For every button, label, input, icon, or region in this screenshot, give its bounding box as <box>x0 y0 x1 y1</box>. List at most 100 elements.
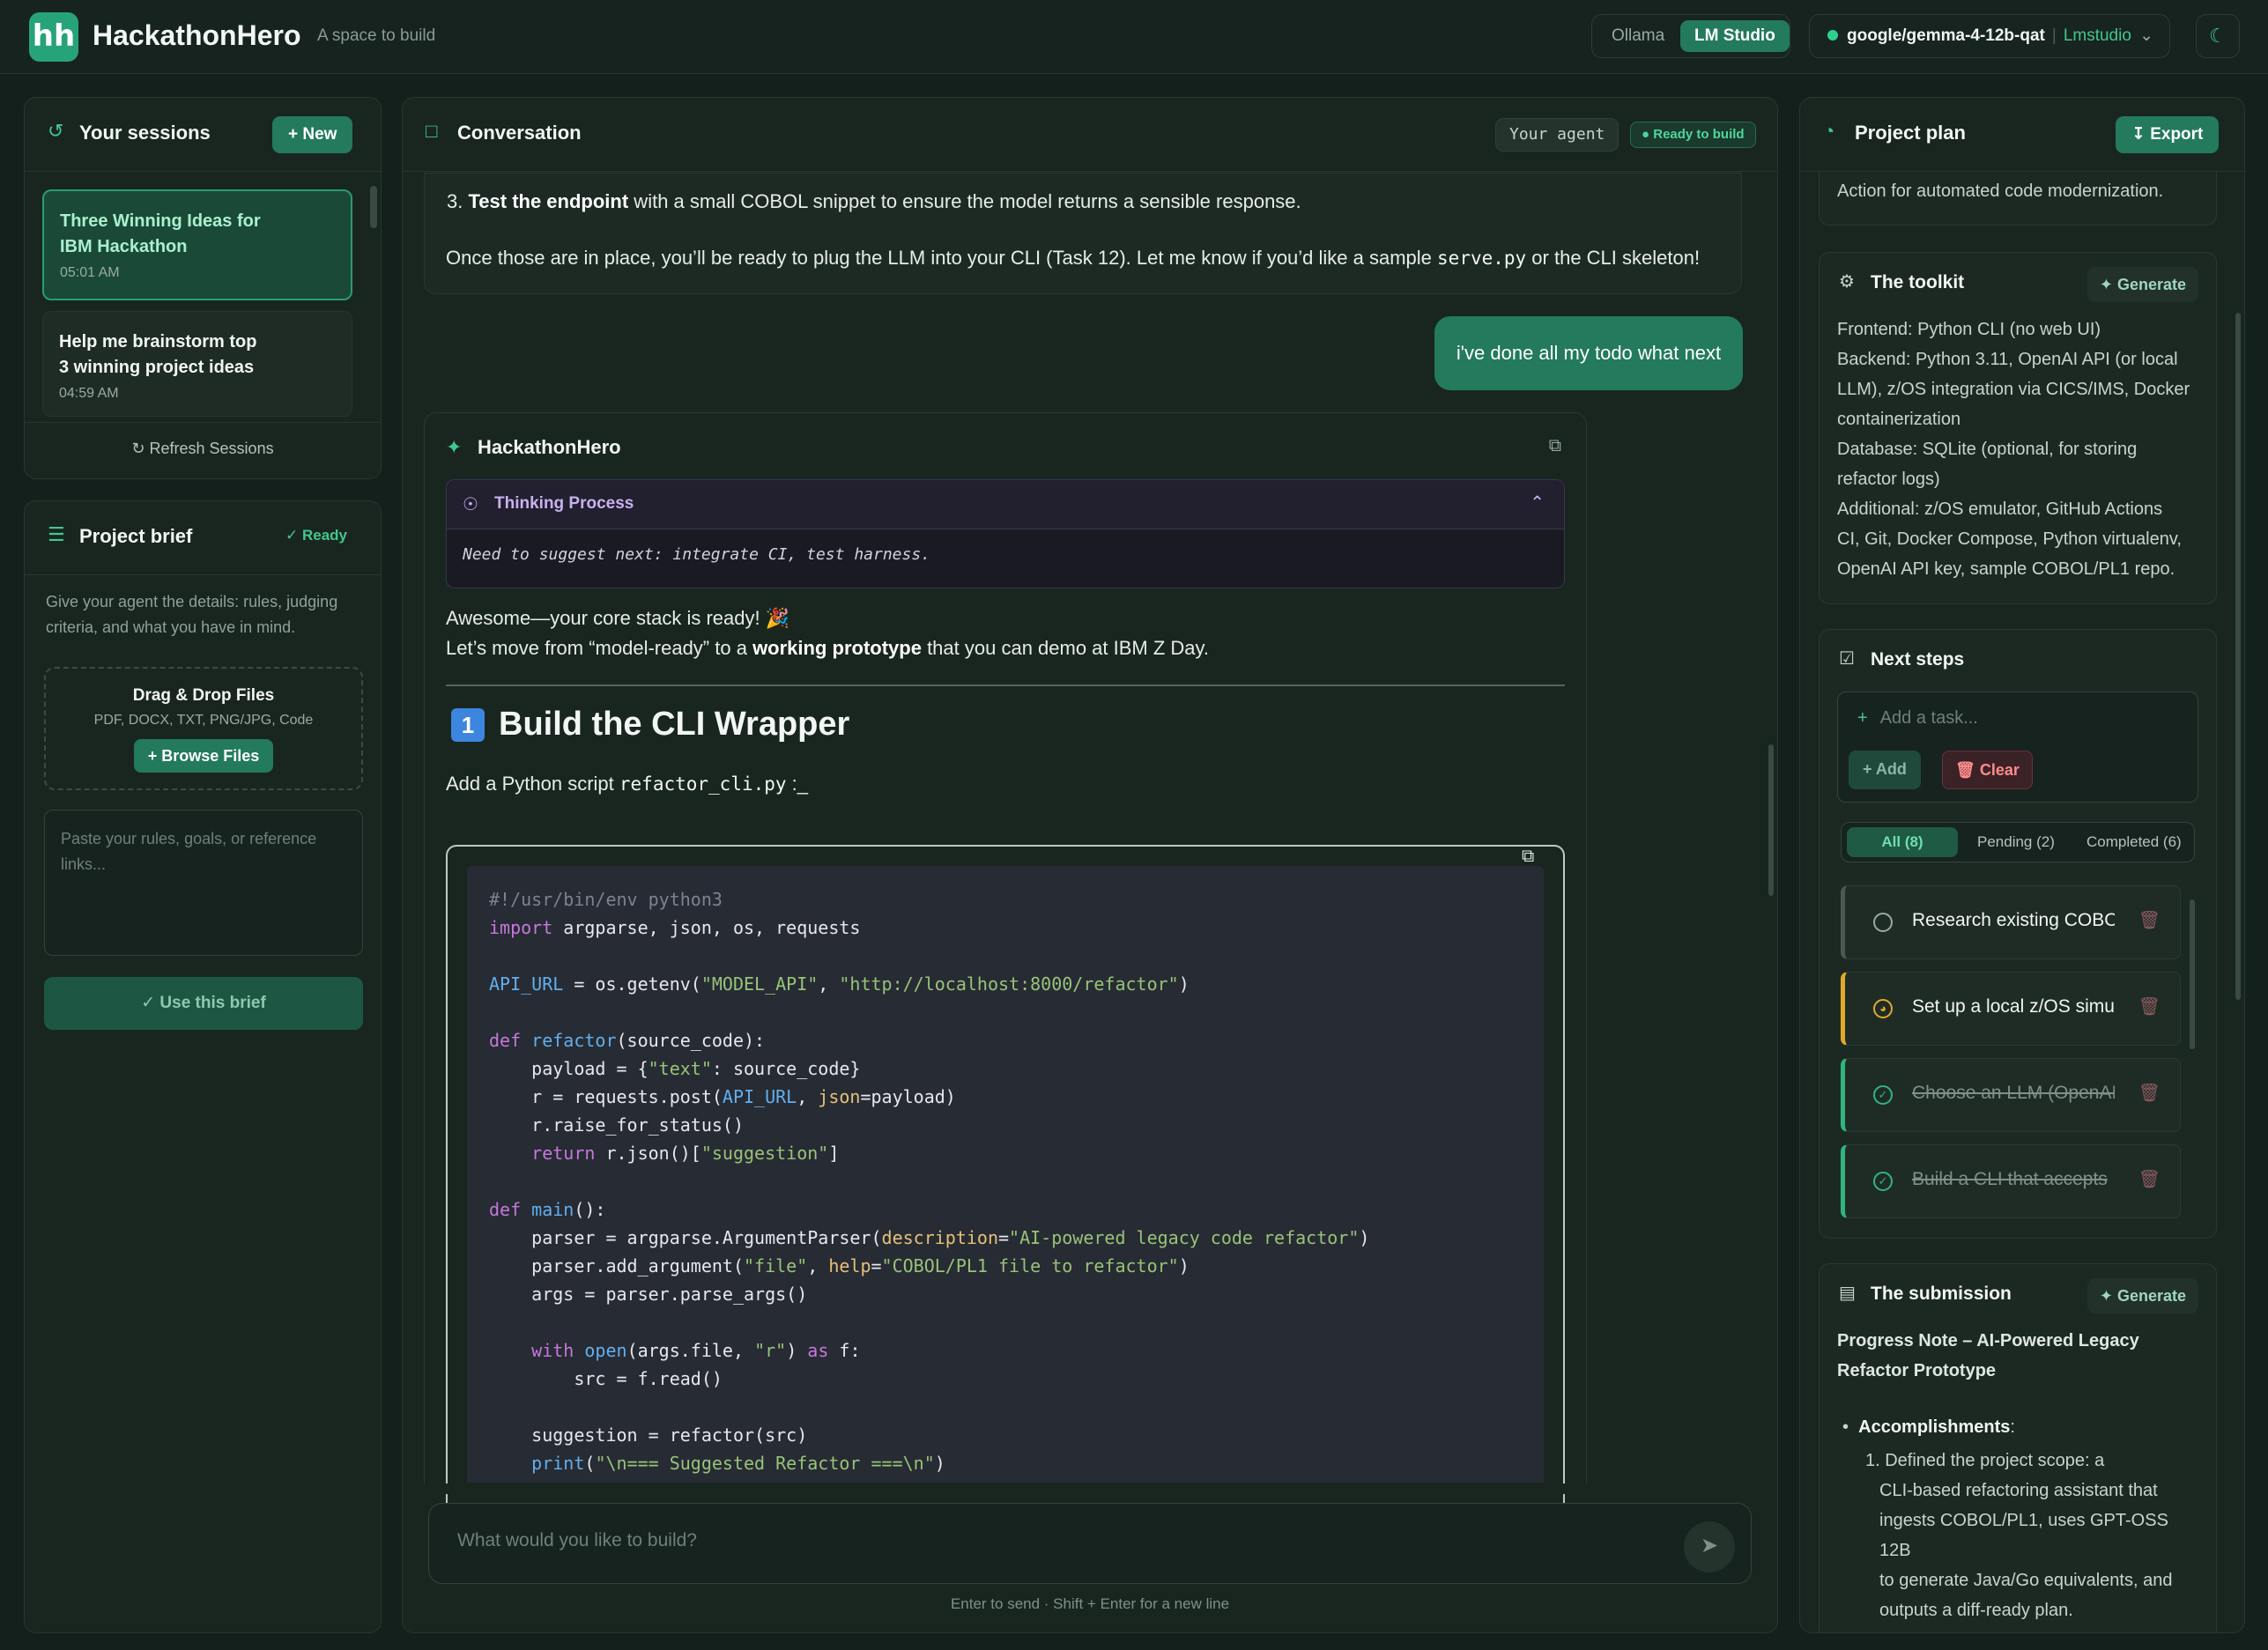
session-item[interactable]: Help me brainstorm top 3 winning project… <box>42 311 352 417</box>
trash-icon[interactable]: 🗑 <box>2138 1168 2161 1190</box>
add-task-button[interactable]: + Add <box>1849 751 1921 789</box>
check-circle-icon[interactable]: ✓ <box>1873 1172 1893 1191</box>
copy-code-icon[interactable]: ⧉ <box>1522 847 1534 867</box>
conversation-scrollbar[interactable] <box>1768 744 1774 896</box>
task-item[interactable]: ✓ Choose an LLM (OpenAI 🗑 <box>1841 1058 2181 1132</box>
toolkit-line: CI, Git, Docker Compose, Python virtuale… <box>1837 529 2182 549</box>
brief-placeholder-line1: Paste your rules, goals, or reference <box>61 830 317 847</box>
drop-subtitle: PDF, DOCX, TXT, PNG/JPG, Code <box>93 713 314 728</box>
session-title-line2: 3 winning project ideas <box>59 358 255 377</box>
submission-heading-line1: Progress Note – AI-Powered Legacy <box>1837 1331 2139 1350</box>
filter-all[interactable]: All (8) <box>1847 827 1958 857</box>
layers-icon: ☰ <box>48 523 65 545</box>
sessions-header: ↺ Your sessions + New <box>25 98 381 172</box>
prev-step-rest: with a small COBOL snippet to ensure the… <box>628 190 1301 212</box>
toolkit-line: Additional: z/OS emulator, GitHub Action… <box>1837 499 2163 519</box>
agent-badge: Your agent <box>1495 118 1619 152</box>
composer-hint: Enter to send · Shift + Enter for a new … <box>950 1595 1230 1612</box>
submission-line: outputs a diff-ready plan. <box>1879 1601 2073 1620</box>
toolkit-line: refactor logs) <box>1837 470 1940 489</box>
thinking-title: Thinking Process <box>494 494 634 513</box>
app-logo: hh <box>29 12 78 62</box>
clear-tasks-label: Clear <box>1979 761 2020 779</box>
brief-title: Project brief <box>79 525 193 547</box>
copy-icon[interactable]: ⧉ <box>1549 436 1561 456</box>
generate-label: Generate <box>2116 1287 2186 1305</box>
message-input[interactable]: What would you like to build? ➤ <box>428 1503 1752 1584</box>
submission-bullet: • Accomplishments: <box>1842 1417 2015 1437</box>
task-item[interactable]: ✓ Build a CLI that accepts 🗑 <box>1841 1144 2181 1218</box>
filter-pending[interactable]: Pending (2) <box>1965 827 2067 857</box>
in-progress-icon[interactable]: ◕ <box>1873 999 1893 1018</box>
task-text: Research existing COBOL <box>1912 910 2115 930</box>
brief-status-badge: ✓ Ready <box>285 527 347 544</box>
prev-message-line: Once those are in place, you’ll be ready… <box>446 247 1700 270</box>
new-session-button[interactable]: + New <box>272 116 353 153</box>
brief-help-line1: Give your agent the details: rules, judg… <box>46 593 338 610</box>
plan-overview-card: Action for automated code modernization. <box>1819 173 2217 226</box>
reply-line2-end: that you can demo at IBM Z Day. <box>921 637 1210 659</box>
task-item[interactable]: ◕ Set up a local z/OS simulator 🗑 <box>1841 972 2181 1046</box>
toolkit-line: Frontend: Python CLI (no web UI) <box>1837 320 2101 339</box>
inline-code: serve.py <box>1437 248 1527 269</box>
sessions-scrollbar[interactable] <box>370 186 377 228</box>
brain-icon: ☉ <box>463 495 478 514</box>
send-button[interactable]: ➤ <box>1684 1521 1735 1572</box>
check-circle-icon: ✓ <box>141 994 156 1012</box>
task-text: Set up a local z/OS simulator <box>1912 996 2115 1017</box>
check-circle-icon[interactable]: ✓ <box>1873 1085 1893 1105</box>
tasks-scrollbar[interactable] <box>2190 899 2195 1049</box>
drop-title: Drag & Drop Files <box>132 686 275 705</box>
generate-label: Generate <box>2116 276 2186 293</box>
provider-switch: Ollama LM Studio <box>1591 14 1790 58</box>
model-status-dot <box>1827 30 1838 41</box>
reply-line2: Let’s move from “model-ready” to a worki… <box>446 637 1209 660</box>
chevron-up-icon: ⌃ <box>1530 493 1545 513</box>
refresh-sessions-button[interactable]: ↻ Refresh Sessions <box>25 440 381 458</box>
toolkit-line: OpenAI API key, sample COBOL/PL1 repo. <box>1837 559 2175 579</box>
brief-panel: ☰ Project brief ✓ Ready Give your agent … <box>24 500 382 1633</box>
inline-code: refactor_cli.py <box>619 773 787 795</box>
conversation-header: □ Conversation Your agent ● Ready to bui… <box>403 98 1777 172</box>
brief-placeholder-line2: links... <box>61 855 107 873</box>
download-icon: ↧ <box>2131 125 2146 144</box>
session-item[interactable]: Three Winning Ideas for IBM Hackathon 05… <box>42 189 352 300</box>
check-circle-icon: ✓ <box>285 527 299 544</box>
trash-icon[interactable]: 🗑 <box>2138 909 2161 931</box>
thinking-process: ☉ Thinking Process ⌃ Need to suggest nex… <box>446 479 1565 588</box>
sparkle-icon: ✦ <box>446 436 463 458</box>
filter-completed[interactable]: Completed (6) <box>2074 827 2194 857</box>
history-icon: ↺ <box>48 120 64 142</box>
toolkit-line: Backend: Python 3.11, OpenAI API (or loc… <box>1837 350 2178 369</box>
app-tagline: A space to build <box>317 26 436 45</box>
provider-lm-studio[interactable]: LM Studio <box>1680 20 1790 52</box>
model-select[interactable]: google/gemma-4-12b-qat | Lmstudio ⌄ <box>1809 14 2170 58</box>
plan-scrollbar[interactable] <box>2235 313 2241 1000</box>
sparkle-icon: ✦ <box>2099 276 2113 293</box>
export-button[interactable]: ↧ Export <box>2116 116 2220 153</box>
add-task-input[interactable]: + Add a task... + Add 🗑 Clear <box>1837 692 2198 803</box>
browse-files-label: Browse Files <box>161 747 260 765</box>
file-drop-zone[interactable]: Drag & Drop Files PDF, DOCX, TXT, PNG/JP… <box>44 667 363 790</box>
status-circle-icon[interactable] <box>1873 913 1893 932</box>
task-item[interactable]: Research existing COBOL 🗑 <box>1841 885 2181 959</box>
trash-icon[interactable]: 🗑 <box>2138 995 2161 1017</box>
scroll-mask <box>423 1484 1773 1494</box>
thinking-toggle[interactable]: ☉ Thinking Process ⌃ <box>447 480 1564 529</box>
plus-icon: + <box>288 125 299 144</box>
browse-files-button[interactable]: + Browse Files <box>133 739 274 773</box>
prev-step-line: 3. Test the endpoint with a small COBOL … <box>447 190 1301 213</box>
clear-tasks-button[interactable]: 🗑 Clear <box>1942 751 2033 789</box>
reply-line2-bold: working prototype <box>752 637 922 659</box>
use-brief-button[interactable]: ✓ Use this brief <box>44 977 363 1030</box>
submission-generate-button[interactable]: ✦ Generate <box>2086 1278 2198 1313</box>
brief-textarea[interactable]: Paste your rules, goals, or reference li… <box>44 810 363 956</box>
theme-toggle-button[interactable]: ☾ <box>2196 14 2240 58</box>
submission-line: ingests COBOL/PL1, uses GPT-OSS 12B <box>1879 1511 2168 1560</box>
brief-status-label: Ready <box>301 527 348 544</box>
export-label: Export <box>2150 125 2204 144</box>
provider-ollama[interactable]: Ollama <box>1597 20 1679 52</box>
toolkit-generate-button[interactable]: ✦ Generate <box>2086 267 2198 302</box>
chat-icon: □ <box>426 120 438 142</box>
trash-icon[interactable]: 🗑 <box>2138 1082 2161 1104</box>
